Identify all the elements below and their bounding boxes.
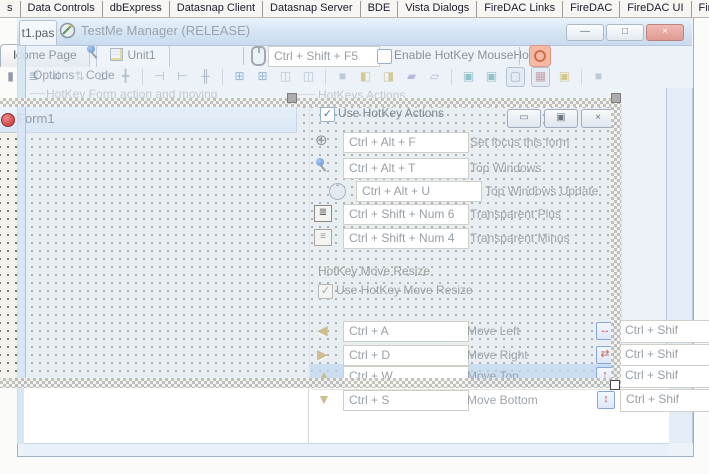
action-label: Move Left — [467, 324, 520, 338]
palette-tab-bar: sData ControlsdbExpressDatasnap ClientDa… — [0, 0, 709, 18]
mousehole-checkbox-label[interactable]: Enable HotKey MouseHole — [394, 48, 538, 62]
palette-tab[interactable]: Datasnap Client — [170, 1, 263, 17]
testme-tab-options[interactable]: Options — [33, 68, 74, 82]
power-stop-icon[interactable] — [529, 45, 551, 67]
action-label: Transparent Plus — [470, 207, 561, 221]
palette-tab[interactable]: Vista Dialogs — [398, 1, 477, 17]
testme-app-icon — [59, 22, 76, 39]
action-label: Top Windows Update — [485, 184, 598, 198]
update-icon: ˇ — [329, 183, 346, 200]
testme-tab-code[interactable]: Code — [86, 68, 115, 82]
use-move-resize-checkbox[interactable]: ✓ — [318, 284, 333, 299]
hotkey-input[interactable]: Ctrl + Alt + F — [343, 132, 469, 153]
palette-tab[interactable]: FireDAC Links — [477, 1, 563, 17]
toolbar-separator — [243, 47, 244, 65]
action-label: Transparent Minus — [470, 231, 570, 245]
palette-tab[interactable]: Datasnap Server — [263, 1, 361, 17]
action-label: Top Windows — [470, 161, 541, 175]
palette-tab[interactable]: FireDAC Services — [692, 1, 709, 17]
hotkey-input[interactable]: Ctrl + D — [343, 345, 469, 366]
testme-window-bottom-frame — [24, 443, 669, 455]
hotkey-input[interactable]: Ctrl + A — [343, 321, 469, 342]
editor-tab-fragment[interactable]: t1.pas — [19, 20, 57, 45]
use-hotkey-actions-checkbox[interactable]: ✓ — [320, 107, 335, 122]
mousehole-checkbox[interactable] — [377, 49, 392, 64]
action-label: Set focus this form — [470, 135, 569, 149]
right-hotkey-input[interactable]: Ctrl + Shif — [620, 389, 709, 412]
palette-tab[interactable]: dbExpress — [103, 1, 170, 17]
palette-tab[interactable]: Data Controls — [21, 1, 103, 17]
move-resize-caption: HotKey Move Resize — [318, 264, 430, 278]
move-left-icon: ◀ — [317, 323, 328, 338]
focus-icon: ⊕ — [315, 133, 328, 149]
toolbar-separator — [519, 47, 520, 65]
palette-tab[interactable]: FireDAC UI — [620, 1, 691, 17]
transparent-plus-icon: ≣ — [314, 205, 332, 222]
transparent-minus-icon: ≡ — [314, 229, 332, 246]
window-title: TestMe Manager (RELEASE) — [81, 23, 250, 38]
preview-restore-button[interactable]: ▣ — [544, 109, 578, 128]
tab-pin-icon[interactable] — [85, 45, 99, 59]
palette-tab[interactable]: BDE — [361, 1, 399, 17]
selection-hatch-right — [611, 98, 621, 388]
maximize-button[interactable]: □ — [606, 24, 644, 41]
hotkey-input[interactable]: Ctrl + Shift + Num 6 — [343, 204, 469, 225]
right-hotkey-input[interactable]: Ctrl + Shif — [619, 344, 709, 367]
selection-hatch-top — [0, 98, 621, 107]
minimize-button[interactable]: — — [566, 24, 604, 41]
selection-handle[interactable] — [287, 93, 297, 103]
move-right-icon: ▶ — [317, 347, 328, 362]
selection-handle[interactable] — [611, 93, 621, 103]
preview-minimize-button[interactable]: ▭ — [507, 109, 541, 128]
hotkey-input[interactable]: Ctrl + Alt + T — [343, 158, 469, 179]
mouse-icon — [251, 46, 266, 66]
bottom-panel-divider — [308, 388, 309, 444]
use-hotkey-actions-label[interactable]: Use HotKey Actions — [338, 106, 444, 120]
hotkey-input[interactable]: Ctrl + Shift + Num 4 — [343, 228, 469, 249]
form1-app-icon — [1, 113, 15, 127]
pin-icon — [314, 158, 328, 172]
hotkey-input[interactable]: Ctrl + S — [343, 390, 469, 411]
use-move-resize-label[interactable]: Use HotKey Move Resize — [336, 283, 473, 297]
screenshot-root: sData ControlsdbExpressDatasnap ClientDa… — [0, 0, 709, 474]
mousehole-shortcut-input[interactable]: Ctrl + Shift + F5 — [268, 46, 380, 67]
resize-handle[interactable] — [610, 380, 620, 390]
right-hotkey-input[interactable]: Ctrl + Shif — [619, 320, 709, 343]
action-label: Move Right — [467, 348, 528, 362]
close-button[interactable]: × — [646, 24, 684, 41]
palette-tab[interactable]: s — [0, 1, 21, 17]
move-bottom-icon: ▼ — [317, 392, 331, 407]
testme-titlebar[interactable]: t1.pas TestMe Manager (RELEASE) — □ × — [17, 17, 692, 46]
palette-tab[interactable]: FireDAC — [563, 1, 620, 17]
right-hotkey-input[interactable]: Ctrl + Shif — [619, 365, 709, 388]
selection-hatch-bottom — [0, 378, 621, 388]
action-label: Move Bottom — [467, 393, 538, 407]
window-move-bottom-icon[interactable]: ↕ — [597, 391, 615, 409]
hotkey-input[interactable]: Ctrl + Alt + U — [356, 181, 482, 202]
power-ring-glyph — [534, 50, 546, 62]
preview-close-button[interactable]: × — [581, 109, 615, 128]
